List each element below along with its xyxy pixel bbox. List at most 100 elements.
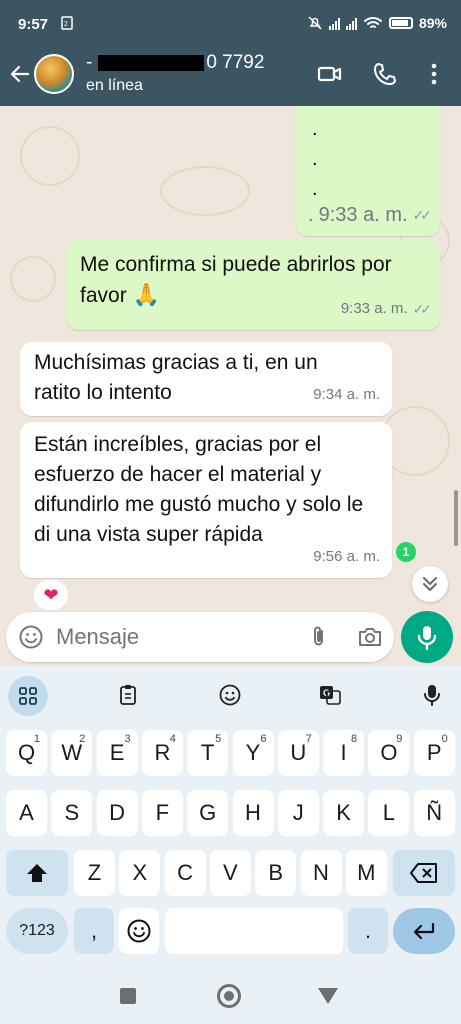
status-icons: 89%	[307, 15, 447, 31]
scrollbar-thumb[interactable]	[454, 490, 458, 546]
key-n[interactable]: N	[300, 850, 342, 896]
clipboard-icon[interactable]	[108, 678, 148, 712]
dual-sim-icon: 2	[60, 16, 74, 33]
key-g[interactable]: G	[187, 790, 229, 836]
signal-icon	[345, 17, 357, 30]
key-w[interactable]: W2	[51, 730, 93, 776]
message-time: 9:56 a. m.	[313, 548, 380, 565]
key-d[interactable]: D	[96, 790, 138, 836]
key-label: O	[380, 740, 398, 765]
key-number-hint: 2	[79, 733, 86, 745]
attach-clip-icon[interactable]	[306, 624, 332, 650]
video-call-icon[interactable]	[316, 60, 344, 88]
emoji-icon[interactable]	[18, 624, 44, 650]
key-y[interactable]: Y6	[232, 730, 274, 776]
key-p[interactable]: P0	[413, 730, 455, 776]
key-t[interactable]: T5	[187, 730, 229, 776]
key-label: Y	[245, 740, 261, 765]
home-icon[interactable]	[217, 984, 241, 1008]
heart-reaction[interactable]: ❤	[34, 580, 68, 610]
back-arrow-icon[interactable]	[8, 62, 32, 86]
message-line: .	[308, 204, 314, 226]
key-c[interactable]: C	[164, 850, 206, 896]
period-key[interactable]: .	[348, 908, 388, 954]
key-h[interactable]: H	[232, 790, 274, 836]
key-a[interactable]: A	[6, 790, 47, 836]
keyboard-toolbar: G	[0, 668, 461, 722]
mute-icon	[308, 16, 322, 30]
key-j[interactable]: J	[277, 790, 319, 836]
key-label: T	[200, 740, 215, 765]
voice-message-button[interactable]	[401, 611, 453, 663]
shift-key[interactable]	[6, 850, 68, 896]
key-number-hint: 6	[260, 733, 267, 745]
emoji-key[interactable]	[119, 908, 159, 954]
message-meta: 9:34 a. m.	[313, 380, 380, 410]
unread-count-badge: 1	[396, 542, 416, 562]
key-i[interactable]: I8	[323, 730, 365, 776]
message-meta: . 9:33 a. m. ✓✓	[306, 200, 432, 230]
phone-icon[interactable]	[371, 60, 399, 88]
chat-area[interactable]: . . . . 9:33 a. m. ✓✓ Me confirma si pue…	[0, 106, 461, 666]
message-composer	[6, 612, 394, 662]
symbols-key[interactable]: ?123	[6, 908, 68, 954]
key-m[interactable]: M	[345, 850, 387, 896]
comma-key[interactable]: ,	[74, 908, 114, 954]
enter-key[interactable]	[393, 908, 455, 954]
message-outgoing[interactable]: . . . . 9:33 a. m. ✓✓	[296, 106, 440, 236]
message-outgoing[interactable]: Me confirma si puede abrirlos por favor …	[66, 240, 440, 330]
key-l[interactable]: L	[368, 790, 410, 836]
key-e[interactable]: E3	[96, 730, 138, 776]
wallpaper-doodle	[160, 166, 250, 216]
keyboard: G Q1W2E3R4T5Y6U7I8O9P0 ASDFGHJKLÑ ZXCVBN…	[0, 668, 461, 970]
contact-status: en línea	[86, 77, 143, 94]
message-incoming[interactable]: Están increíbles, gracias por el esfuerz…	[20, 422, 392, 578]
contact-avatar[interactable]	[34, 54, 74, 94]
backspace-key[interactable]	[393, 850, 455, 896]
message-meta: 9:33 a. m. ✓✓	[341, 294, 432, 324]
battery-percent: 89%	[418, 15, 447, 31]
back-nav-icon[interactable]	[318, 988, 338, 1004]
wifi-icon	[363, 17, 382, 28]
key-f[interactable]: F	[141, 790, 183, 836]
key-x[interactable]: X	[119, 850, 161, 896]
key-v[interactable]: V	[209, 850, 251, 896]
apps-grid-icon[interactable]	[8, 676, 48, 716]
contact-name[interactable]: - 0 7792	[86, 52, 264, 74]
key-q[interactable]: Q1	[6, 730, 47, 776]
key-r[interactable]: R4	[141, 730, 183, 776]
more-options-icon[interactable]	[420, 60, 448, 88]
key-number-hint: 1	[33, 733, 40, 745]
space-key[interactable]	[165, 908, 343, 954]
contact-name-suffix: 0 7792	[206, 52, 265, 73]
key-s[interactable]: S	[51, 790, 93, 836]
key-o[interactable]: O9	[368, 730, 410, 776]
key-ñ[interactable]: Ñ	[413, 790, 455, 836]
redacted-block	[98, 55, 205, 71]
key-u[interactable]: U7	[277, 730, 319, 776]
scroll-to-bottom-button[interactable]	[412, 566, 448, 602]
contact-name-prefix: -	[86, 52, 93, 73]
translate-icon[interactable]: G	[310, 678, 350, 712]
camera-icon[interactable]	[356, 624, 384, 650]
message-line: .	[312, 148, 318, 170]
message-incoming[interactable]: Muchísimas gracias a ti, en un ratito lo…	[20, 342, 392, 416]
recent-apps-icon[interactable]	[120, 988, 136, 1004]
status-bar: 9:57 2 89%	[0, 0, 461, 50]
key-number-hint: 0	[441, 733, 448, 745]
key-label: I	[340, 740, 347, 765]
key-z[interactable]: Z	[74, 850, 115, 896]
key-label: Q	[17, 740, 36, 765]
message-input[interactable]	[56, 620, 296, 654]
key-number-hint: 4	[169, 733, 176, 745]
emoji-keyboard-icon[interactable]	[210, 678, 250, 712]
status-time: 9:57	[18, 16, 49, 33]
keyboard-mic-icon[interactable]	[412, 678, 452, 712]
key-label: E	[109, 740, 125, 765]
battery-icon	[388, 17, 413, 29]
signal-icon	[328, 17, 340, 30]
key-number-hint: 9	[396, 733, 403, 745]
key-k[interactable]: K	[323, 790, 365, 836]
backspace-icon	[410, 863, 437, 883]
key-b[interactable]: B	[255, 850, 297, 896]
